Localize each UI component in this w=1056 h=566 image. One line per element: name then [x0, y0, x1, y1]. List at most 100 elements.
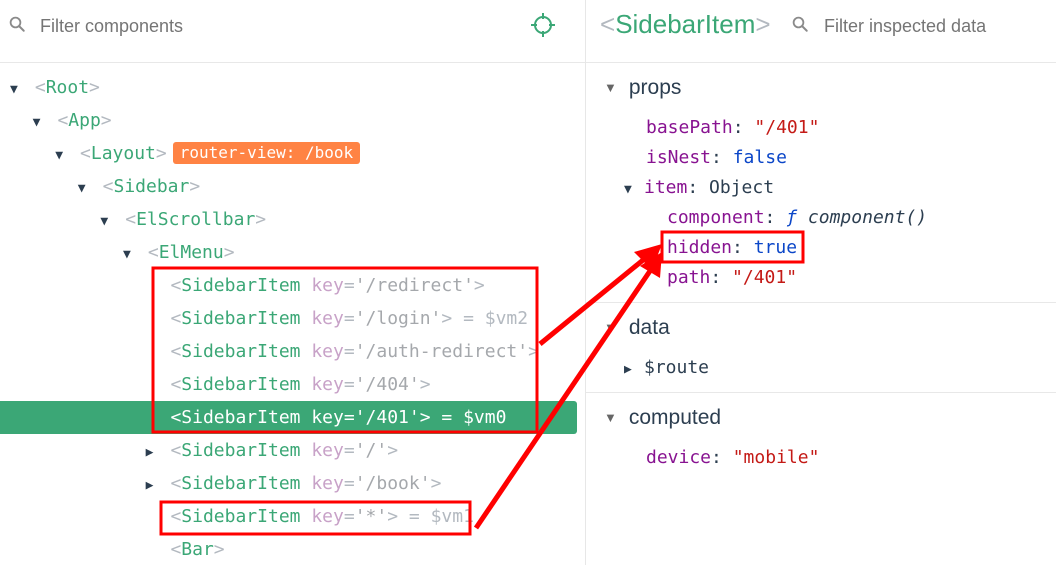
- prop-colon: :: [764, 207, 787, 228]
- key-value: '/401': [354, 407, 420, 428]
- component-name: ElScrollbar: [136, 209, 256, 230]
- tag-open-bracket: <: [170, 374, 182, 395]
- expanded-triangle-icon[interactable]: ▼: [78, 172, 92, 205]
- prop-row-hidden[interactable]: hidden: true: [667, 233, 797, 263]
- vm-reference: = $vm0: [430, 407, 507, 428]
- tag-close-bracket: >: [473, 275, 485, 296]
- prop-value: "/401": [732, 267, 798, 288]
- prop-row-item[interactable]: ▼ item: Object: [624, 173, 774, 205]
- inspector-pane: <SidebarItem> ▼ props basePath: "/401" is…: [586, 0, 1056, 565]
- component-tree-pane: ▼ <Root>▼ <App>▼ <Layout>router-view: /b…: [0, 0, 585, 565]
- tag-close-bracket: >: [441, 308, 453, 329]
- key-equals: =: [343, 341, 355, 362]
- prop-colon: :: [732, 237, 754, 258]
- tree-gap: [160, 539, 171, 560]
- tree-gap: [24, 77, 35, 98]
- tag-close-bracket: >: [155, 143, 167, 164]
- key-equals: =: [343, 506, 355, 527]
- tag-close-bracket: >: [189, 176, 201, 197]
- key-equals: =: [343, 308, 355, 329]
- prop-row-basepath[interactable]: basePath: "/401": [646, 113, 819, 143]
- prop-key: path: [667, 267, 711, 288]
- prop-colon: :: [687, 177, 710, 198]
- tag-close-bracket: >: [255, 209, 267, 230]
- expanded-triangle-icon[interactable]: ▼: [123, 238, 137, 271]
- tag-close-bracket: >: [528, 341, 539, 362]
- prop-key: component: [667, 207, 765, 228]
- tag-close-bracket: >: [419, 374, 431, 395]
- tag-close-bracket: >: [387, 440, 399, 461]
- component-name: SidebarItem: [181, 341, 301, 362]
- component-name: SidebarItem: [181, 407, 301, 428]
- data-row-route[interactable]: ▶ $route: [624, 353, 709, 385]
- tag-open-bracket: <: [34, 77, 46, 98]
- tag-open-bracket: <: [125, 209, 137, 230]
- function-symbol-icon: ƒ: [786, 207, 798, 228]
- filter-inspected-data-input[interactable]: [822, 12, 1051, 40]
- data-key: $route: [644, 357, 710, 378]
- tree-gap: [160, 506, 171, 527]
- prop-colon: :: [732, 117, 755, 138]
- tag-space: [301, 407, 312, 428]
- tree-gap: [137, 242, 148, 263]
- tag-open-bracket: <: [170, 308, 182, 329]
- computed-key: device: [646, 447, 712, 468]
- prop-row-isnest[interactable]: isNest: false: [646, 143, 787, 173]
- key-attribute: key: [311, 275, 344, 296]
- section-props[interactable]: ▼ props: [604, 73, 681, 103]
- title-close-bracket: >: [755, 9, 771, 39]
- key-attribute: key: [311, 341, 344, 362]
- prop-value: false: [732, 147, 787, 168]
- tag-space: [301, 275, 312, 296]
- key-equals: =: [343, 407, 355, 428]
- expanded-triangle-icon[interactable]: ▼: [55, 139, 69, 172]
- title-open-bracket: <: [600, 9, 616, 39]
- tree-node-sidebaritem[interactable]: <SidebarItem key='/401'> = $vm0: [0, 401, 577, 434]
- collapsed-triangle-icon[interactable]: ▶: [146, 469, 160, 502]
- filter-components-input[interactable]: [38, 12, 502, 40]
- key-attribute: key: [311, 308, 344, 329]
- component-name: SidebarItem: [181, 473, 301, 494]
- prop-value: true: [753, 237, 798, 258]
- tag-close-bracket: >: [100, 110, 112, 131]
- prop-key: isNest: [646, 147, 712, 168]
- expanded-triangle-icon[interactable]: ▼: [100, 205, 114, 238]
- inspected-component-title: <SidebarItem>: [600, 9, 771, 39]
- select-component-crosshair-icon[interactable]: [530, 12, 556, 38]
- prop-value: component(): [807, 207, 928, 228]
- key-equals: =: [343, 440, 355, 461]
- expanded-triangle-icon[interactable]: ▼: [10, 73, 24, 106]
- expand-triangle-icon[interactable]: ▶: [624, 355, 644, 385]
- key-attribute: key: [311, 374, 344, 395]
- key-attribute: key: [311, 440, 344, 461]
- tag-close-bracket: >: [89, 77, 100, 98]
- key-value: '/': [354, 440, 388, 461]
- collapse-triangle-icon: ▼: [604, 410, 617, 425]
- section-data[interactable]: ▼ data: [604, 313, 670, 343]
- key-value: '/auth-redirect': [354, 341, 529, 362]
- tag-open-bracket: <: [170, 473, 182, 494]
- vm-reference: = $vm2: [452, 308, 529, 329]
- key-value: '/redirect': [354, 275, 474, 296]
- expand-triangle-icon[interactable]: ▼: [624, 175, 644, 205]
- key-attribute: key: [311, 473, 344, 494]
- tag-space: [301, 440, 312, 461]
- prop-row-path[interactable]: path: "/401": [667, 263, 797, 293]
- section-data-label: data: [628, 316, 670, 339]
- prop-row-component[interactable]: component: ƒ component(): [667, 203, 927, 233]
- tag-open-bracket: <: [170, 407, 182, 428]
- section-computed[interactable]: ▼ computed: [604, 403, 721, 433]
- tag-open-bracket: <: [170, 341, 182, 362]
- component-name: Sidebar: [113, 176, 190, 197]
- tag-space: [301, 374, 312, 395]
- tag-space: [301, 341, 312, 362]
- computed-row-device[interactable]: device: "mobile": [646, 443, 819, 473]
- tag-space: [301, 308, 312, 329]
- tag-close-bracket: >: [213, 539, 225, 560]
- expanded-triangle-icon[interactable]: ▼: [33, 106, 47, 139]
- tag-close-bracket: >: [419, 407, 431, 428]
- search-icon: [9, 16, 25, 32]
- collapsed-triangle-icon[interactable]: ▶: [146, 436, 160, 469]
- key-equals: =: [343, 374, 355, 395]
- tree-gap: [92, 176, 103, 197]
